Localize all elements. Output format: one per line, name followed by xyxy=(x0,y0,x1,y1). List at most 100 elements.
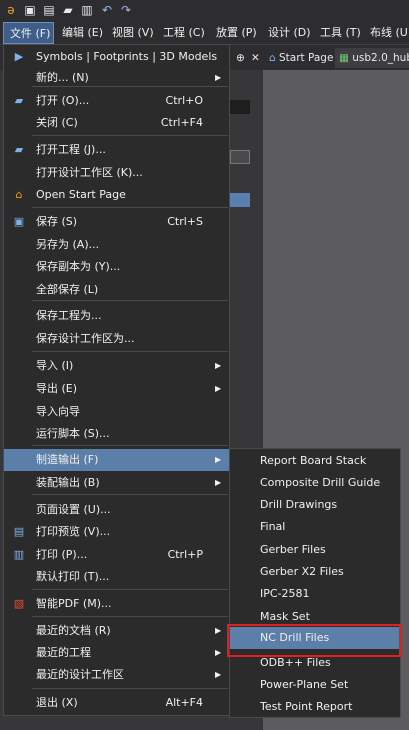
menu-item-label: 默认打印 (T)... xyxy=(36,570,110,583)
file-menu-item[interactable]: 退出 (X) Alt+F4 xyxy=(4,692,229,714)
menu-item-label: Drill Drawings xyxy=(260,498,338,511)
file-menu-item[interactable]: 导出 (E) ▶ xyxy=(4,378,229,400)
menu-item-label: 导入向导 xyxy=(36,405,80,418)
fab-output-item[interactable]: Gerber X2 Files xyxy=(230,561,400,583)
menu-item-label: Report Board Stack xyxy=(260,454,367,467)
fab-output-item[interactable]: Power-Plane Set xyxy=(230,674,400,696)
panel-selected-row xyxy=(230,193,250,207)
pcb-icon: ▦ xyxy=(339,52,349,64)
menu-7[interactable]: 布线 (U) xyxy=(364,22,409,44)
file-menu-item[interactable]: 保存副本为 (Y)... xyxy=(4,256,229,278)
fab-output-item[interactable]: NC Drill Files xyxy=(230,627,400,649)
home-icon: ⌂ xyxy=(15,188,23,201)
file-menu-item[interactable]: ▣ 保存 (S) Ctrl+S xyxy=(4,211,229,233)
fab-output-item[interactable]: Composite Drill Guide xyxy=(230,472,400,494)
open-folder-icon[interactable]: ▰ xyxy=(61,3,75,17)
file-menu-item[interactable]: ▰ 打开 (O)... Ctrl+O xyxy=(4,90,229,112)
fab-output-item[interactable]: Test Point Report xyxy=(230,696,400,718)
file-menu-item[interactable]: ▶ Symbols | Footprints | 3D Models xyxy=(4,46,229,68)
file-menu-item[interactable]: 全部保存 (L) xyxy=(4,279,229,301)
file-menu-item[interactable]: 最近的设计工作区 ▶ xyxy=(4,664,229,686)
file-menu-item[interactable]: 最近的工程 ▶ xyxy=(4,642,229,664)
file-menu-item[interactable]: 制造输出 (F) ▶ xyxy=(4,449,229,471)
document-tabs: ⊕ ✕ ⌂ Start Page ▦ usb2.0_hub xyxy=(232,47,409,69)
menu-separator xyxy=(32,445,228,446)
file-menu-item[interactable]: 页面设置 (U)... xyxy=(4,499,229,521)
fab-output-item[interactable]: Mask Set xyxy=(230,606,400,628)
menu-separator xyxy=(32,589,228,590)
menu-item-label: NC Drill Files xyxy=(260,631,330,644)
save-folder-icon[interactable]: ▥ xyxy=(80,3,94,17)
file-menu-item[interactable]: 运行脚本 (S)... xyxy=(4,423,229,445)
file-menu-item[interactable]: 导入 (I) ▶ xyxy=(4,355,229,377)
tab-start-page[interactable]: ⌂ Start Page xyxy=(265,48,337,68)
undo-icon[interactable]: ↶ xyxy=(100,3,114,17)
panel-field xyxy=(230,150,250,164)
menu-item-label: 装配输出 (B) xyxy=(36,476,100,489)
fab-output-item[interactable]: IPC-2581 xyxy=(230,583,400,605)
menu-item-shortcut: Ctrl+S xyxy=(167,215,203,228)
menu-item-label: Symbols | Footprints | 3D Models xyxy=(36,50,218,63)
file-menu-item[interactable]: ▧ 智能PDF (M)... xyxy=(4,593,229,615)
tab-label: usb2.0_hub xyxy=(352,52,409,64)
file-menu-item[interactable]: 默认打印 (T)... xyxy=(4,566,229,588)
file-menu-item[interactable]: ▰ 打开工程 (J)... xyxy=(4,139,229,161)
title-bar: ə ▣ ▤ ▰ ▥ ↶ ↷ xyxy=(0,0,409,22)
menu-item-label: 运行脚本 (S)... xyxy=(36,427,110,440)
tab-usb2-hub[interactable]: ▦ usb2.0_hub xyxy=(335,48,409,68)
fabrication-outputs-submenu: Report Board Stack Composite Drill Guide D… xyxy=(229,448,401,718)
printer-icon: ▥ xyxy=(13,548,25,561)
menu-separator xyxy=(32,688,228,689)
submenu-arrow-icon: ▶ xyxy=(215,626,222,635)
menu-item-label: Gerber X2 Files xyxy=(260,565,344,578)
fab-output-item[interactable]: Gerber Files xyxy=(230,539,400,561)
file-menu-item[interactable]: 打开设计工作区 (K)... xyxy=(4,162,229,184)
submenu-arrow-icon: ▶ xyxy=(215,478,222,487)
save-all-icon[interactable]: ▤ xyxy=(42,3,56,17)
menu-item-label: 打开 (O)... xyxy=(36,94,90,107)
altium-logo-icon[interactable]: ə xyxy=(4,3,18,17)
menu-item-label: 页面设置 (U)... xyxy=(36,503,111,516)
file-menu: ▶ Symbols | Footprints | 3D Models 新的... (… xyxy=(3,44,230,716)
menu-item-label: 新的... (N) xyxy=(36,71,89,84)
save-icon[interactable]: ▣ xyxy=(23,3,37,17)
menu-item-label: 关闭 (C) xyxy=(36,116,78,129)
save-icon: ▣ xyxy=(13,215,25,228)
menu-item-label: 导出 (E) xyxy=(36,382,78,395)
file-menu-item[interactable]: 导入向导 xyxy=(4,401,229,423)
file-menu-item[interactable]: ▤ 打印预览 (V)... xyxy=(4,521,229,543)
menu-item-label: 导入 (I) xyxy=(36,359,74,372)
menu-item-label: 打印 (P)... xyxy=(36,548,88,561)
file-menu-item[interactable]: ⌂ Open Start Page xyxy=(4,184,229,206)
print-preview-icon: ▤ xyxy=(13,525,25,538)
menu-separator xyxy=(32,616,228,617)
file-menu-item[interactable]: 新的... (N) ▶ xyxy=(4,67,229,89)
menu-separator xyxy=(32,351,228,352)
file-menu-item[interactable]: 关闭 (C) Ctrl+F4 xyxy=(4,112,229,134)
menu-item-label: Test Point Report xyxy=(260,700,353,713)
fab-output-item[interactable]: Report Board Stack xyxy=(230,450,400,472)
menu-item-label: 另存为 (A)... xyxy=(36,238,100,251)
close-icon[interactable]: ✕ xyxy=(247,48,267,68)
menu-item-label: IPC-2581 xyxy=(260,587,310,600)
fab-output-item[interactable]: Final xyxy=(230,516,400,538)
fab-output-item[interactable]: ODB++ Files xyxy=(230,652,400,674)
redo-icon[interactable]: ↷ xyxy=(119,3,133,17)
menu-0[interactable]: 文件 (F) xyxy=(3,22,54,44)
file-menu-item[interactable]: 最近的文档 (R) ▶ xyxy=(4,620,229,642)
open-folder-icon: ▰ xyxy=(14,94,24,107)
submenu-arrow-icon: ▶ xyxy=(215,455,222,464)
menu-item-label: Mask Set xyxy=(260,610,310,623)
panel-field xyxy=(230,100,250,114)
menu-item-label: 保存 (S) xyxy=(36,215,78,228)
menu-item-label: 最近的文档 (R) xyxy=(36,624,111,637)
file-menu-item[interactable]: 装配输出 (B) ▶ xyxy=(4,472,229,494)
menu-item-label: 最近的工程 xyxy=(36,646,91,659)
components-icon: ▶ xyxy=(14,50,24,63)
file-menu-item[interactable]: ▥ 打印 (P)... Ctrl+P xyxy=(4,544,229,566)
file-menu-item[interactable]: 保存设计工作区为... xyxy=(4,328,229,350)
menu-item-shortcut: Ctrl+F4 xyxy=(160,116,203,129)
file-menu-item[interactable]: 另存为 (A)... xyxy=(4,234,229,256)
file-menu-item[interactable]: 保存工程为... xyxy=(4,305,229,327)
fab-output-item[interactable]: Drill Drawings xyxy=(230,494,400,516)
